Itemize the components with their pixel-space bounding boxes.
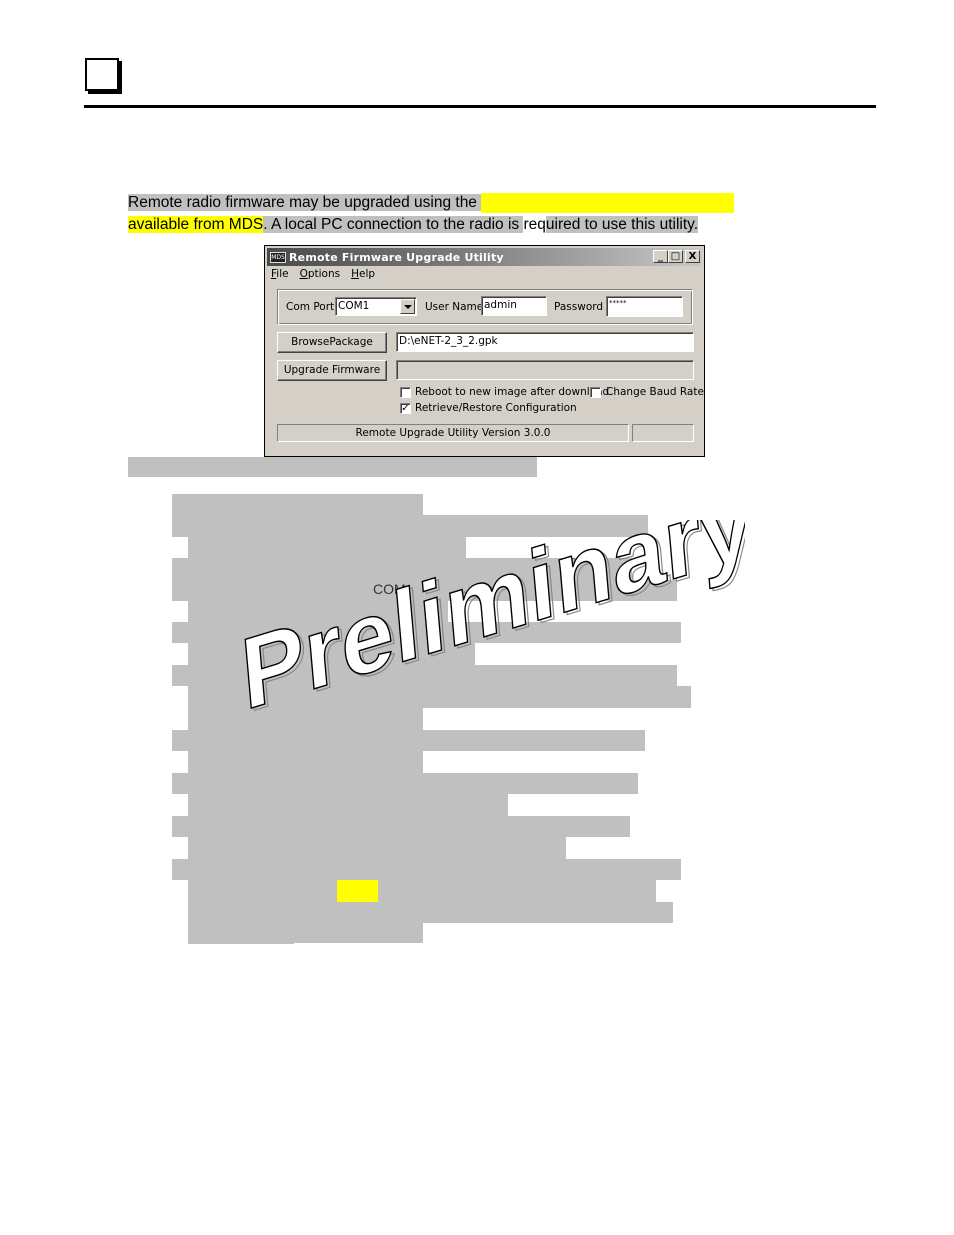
step-8-line-4-redacted bbox=[188, 923, 294, 944]
header-rule bbox=[84, 105, 876, 108]
menu-bar: File Options Help bbox=[271, 268, 375, 280]
chapter-marker-box bbox=[85, 58, 119, 91]
step-2-line-2-redacted bbox=[172, 580, 677, 601]
menu-file[interactable]: File bbox=[271, 268, 289, 280]
step-1-line-3-redacted bbox=[188, 537, 466, 558]
step-6-line-2-redacted bbox=[188, 794, 508, 816]
intro-text-2a: . A local PC connection to the radio is bbox=[263, 216, 524, 233]
step-8-line-1-redacted bbox=[172, 859, 681, 880]
intro-text-2c: uired to use this utility. bbox=[545, 216, 699, 233]
status-bar-extra bbox=[632, 424, 694, 442]
step-2-line-1-redacted bbox=[172, 558, 632, 580]
step-5-line-1-redacted bbox=[172, 730, 645, 751]
password-label: Password bbox=[554, 301, 604, 313]
intro-line-1: Remote radio firmware may be upgraded us… bbox=[128, 192, 735, 214]
step-6-line-1-redacted bbox=[172, 773, 638, 794]
step-1-line-1-redacted bbox=[172, 494, 423, 515]
title-bar[interactable]: MDS Remote Firmware Upgrade Utility _ □ … bbox=[267, 248, 702, 266]
step-2-line-3-redacted bbox=[188, 601, 448, 622]
password-input[interactable]: ***** bbox=[606, 296, 683, 317]
com-port-select[interactable]: COM1 bbox=[335, 297, 417, 316]
menu-options[interactable]: Options bbox=[300, 268, 341, 280]
status-bar-main: Remote Upgrade Utility Version 3.0.0 bbox=[277, 424, 629, 442]
change-baud-checkbox[interactable] bbox=[590, 387, 601, 398]
step-8-line-2-redacted bbox=[188, 880, 656, 902]
browse-package-button[interactable]: BrowsePackage bbox=[277, 332, 387, 353]
retrieve-restore-checkbox-label: Retrieve/Restore Configuration bbox=[415, 402, 577, 414]
intro-text-1: Remote radio firmware may be upgraded us… bbox=[128, 194, 482, 211]
maximize-button[interactable]: □ bbox=[668, 250, 683, 263]
com-text: COM bbox=[373, 581, 406, 597]
close-button[interactable]: X bbox=[685, 250, 700, 263]
step-8-highlight bbox=[337, 880, 378, 902]
step-5-line-2-redacted bbox=[188, 751, 230, 773]
user-name-label: User Name bbox=[425, 301, 484, 313]
com-port-label: Com Port bbox=[286, 301, 335, 313]
step-7-line-1-redacted bbox=[172, 816, 630, 837]
change-baud-checkbox-label: Change Baud Rate bbox=[606, 386, 704, 398]
chevron-down-icon[interactable] bbox=[400, 299, 415, 314]
highlighted-product-name bbox=[481, 193, 735, 213]
retrieve-restore-checkbox[interactable]: ✓ bbox=[400, 403, 411, 414]
step-3-line-2-redacted bbox=[188, 643, 475, 665]
app-icon: MDS bbox=[270, 251, 286, 263]
reboot-checkbox-label: Reboot to new image after download bbox=[415, 386, 610, 398]
menu-help[interactable]: Help bbox=[351, 268, 375, 280]
step-4-line-1-redacted bbox=[172, 665, 677, 686]
figure-caption-redacted bbox=[128, 457, 537, 477]
intro-line-2: available from MDS. A local PC connectio… bbox=[128, 214, 699, 236]
minimize-button[interactable]: _ bbox=[653, 250, 668, 263]
com-port-value: COM1 bbox=[338, 300, 370, 312]
checkmark-icon: ✓ bbox=[401, 403, 410, 414]
window-title: Remote Firmware Upgrade Utility bbox=[289, 250, 504, 264]
intro-text-2b: req bbox=[523, 216, 546, 233]
step-4-line-2-redacted bbox=[188, 686, 691, 708]
firmware-utility-window: MDS Remote Firmware Upgrade Utility _ □ … bbox=[264, 245, 705, 457]
highlighted-vendor: available from MDS bbox=[128, 216, 264, 233]
step-8-line-3-redacted bbox=[188, 902, 673, 923]
step-1-line-2-redacted bbox=[172, 515, 648, 537]
step-3-line-1-redacted bbox=[172, 622, 681, 643]
user-name-input[interactable]: admin bbox=[481, 296, 547, 316]
upgrade-firmware-button[interactable]: Upgrade Firmware bbox=[277, 360, 387, 381]
reboot-checkbox[interactable] bbox=[400, 387, 411, 398]
connection-group: Com Port COM1 User Name admin Password *… bbox=[277, 289, 693, 325]
package-path-input[interactable]: D:\eNET-2_3_2.gpk bbox=[396, 332, 694, 352]
upgrade-progress-bar bbox=[396, 360, 694, 380]
step-4-line-3-redacted bbox=[188, 708, 364, 730]
step-7-line-2-redacted bbox=[188, 837, 566, 859]
